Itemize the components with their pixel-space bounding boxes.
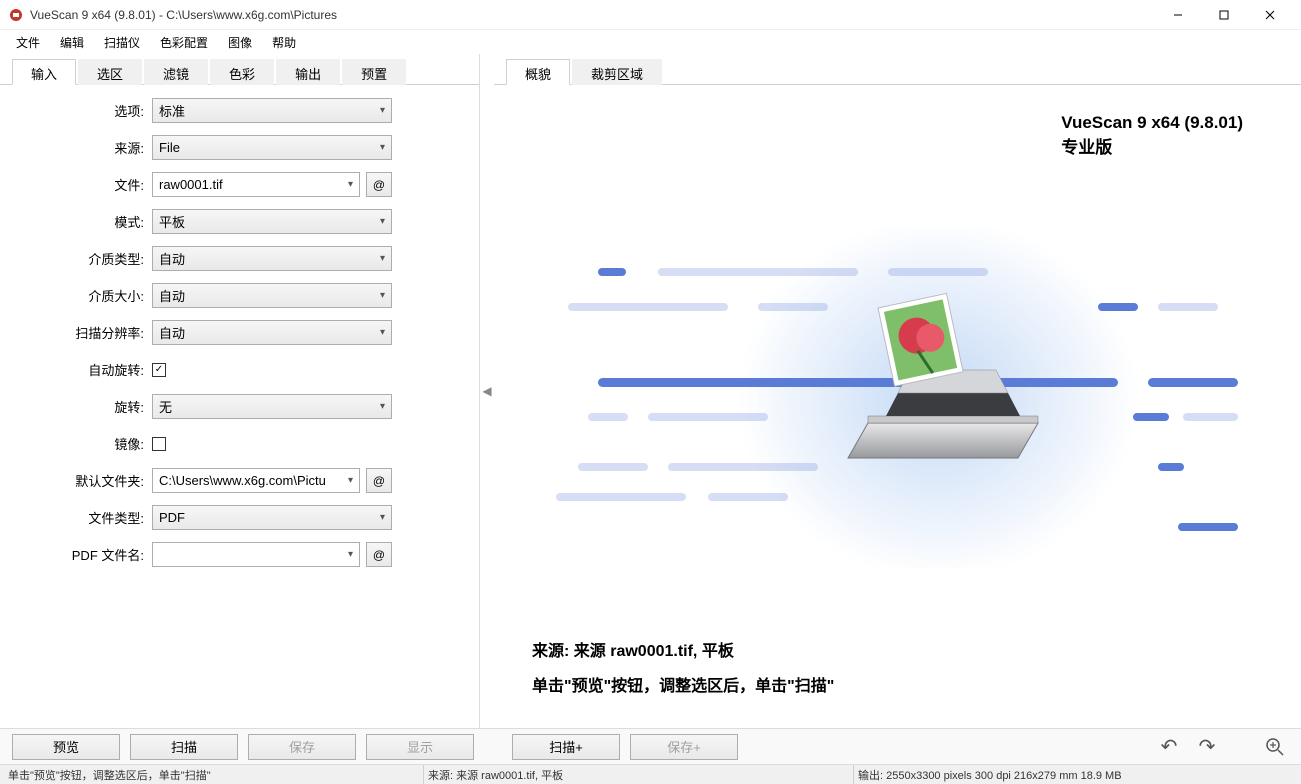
show-button[interactable]: 显示	[366, 734, 474, 760]
status-mid: 来源: 来源 raw0001.tif, 平板	[424, 765, 854, 784]
file-browse-button[interactable]: @	[366, 172, 392, 197]
rotate-select[interactable]: 无▾	[152, 394, 392, 419]
file-label: 文件:	[12, 175, 152, 194]
chevron-down-icon: ▾	[380, 290, 385, 301]
chevron-down-icon: ▾	[380, 216, 385, 227]
chevron-down-icon: ▾	[380, 105, 385, 116]
brand-block: VueScan 9 x64 (9.8.01) 专业版	[1061, 113, 1243, 158]
chevron-down-icon: ▾	[380, 401, 385, 412]
mirror-label: 镜像:	[12, 434, 152, 453]
menu-help[interactable]: 帮助	[262, 31, 306, 54]
resolution-select[interactable]: 自动▾	[152, 320, 392, 345]
status-right: 输出: 2550x3300 pixels 300 dpi 216x279 mm …	[854, 765, 1297, 784]
tab-output[interactable]: 输出	[276, 59, 340, 85]
edition-line: 专业版	[1061, 133, 1243, 158]
default-folder-input[interactable]: C:\Users\www.x6g.com\Pictu▾	[152, 468, 360, 493]
chevron-down-icon: ▾	[380, 142, 385, 153]
tab-color[interactable]: 色彩	[210, 59, 274, 85]
form-area: 选项: 标准▾ 来源: File▾ 文件: raw0001.tif▾ @ 模式:	[0, 85, 479, 728]
option-label: 选项:	[12, 101, 152, 120]
chevron-down-icon: ▾	[380, 253, 385, 264]
rotate-label: 旋转:	[12, 397, 152, 416]
left-panel: 输入 选区 滤镜 色彩 输出 预置 选项: 标准▾ 来源: File▾ 文件:	[0, 54, 480, 728]
pdf-filename-input[interactable]: ▾	[152, 542, 360, 567]
pdf-filename-label: PDF 文件名:	[12, 545, 152, 564]
maximize-button[interactable]	[1201, 0, 1247, 30]
scanner-illustration-icon	[538, 228, 1258, 568]
zoom-in-icon	[1265, 737, 1285, 757]
menu-scanner[interactable]: 扫描仪	[94, 31, 150, 54]
resolution-label: 扫描分辨率:	[12, 323, 152, 342]
pdf-filename-browse-button[interactable]: @	[366, 542, 392, 567]
media-size-select[interactable]: 自动▾	[152, 283, 392, 308]
save-button[interactable]: 保存	[248, 734, 356, 760]
status-left: 单击"预览"按钮，调整选区后，单击"扫描"	[4, 765, 424, 784]
file-input[interactable]: raw0001.tif▾	[152, 172, 360, 197]
auto-rotate-label: 自动旋转:	[12, 360, 152, 379]
window-title: VueScan 9 x64 (9.8.01) - C:\Users\www.x6…	[30, 8, 1155, 22]
brand-line: VueScan 9 x64 (9.8.01)	[1061, 113, 1243, 133]
close-button[interactable]	[1247, 0, 1293, 30]
source-label: 来源:	[12, 138, 152, 157]
media-type-select[interactable]: 自动▾	[152, 246, 392, 271]
tab-selection[interactable]: 选区	[78, 59, 142, 85]
redo-button[interactable]: ↷	[1193, 733, 1221, 761]
button-bar: 预览 扫描 保存 显示 扫描+ 保存+ ↶ ↷	[0, 728, 1301, 764]
zoom-button[interactable]	[1261, 733, 1289, 761]
preview-button[interactable]: 预览	[12, 734, 120, 760]
save-plus-button[interactable]: 保存+	[630, 734, 738, 760]
chevron-down-icon: ▾	[348, 475, 353, 486]
menu-file[interactable]: 文件	[6, 31, 50, 54]
file-type-select[interactable]: PDF▾	[152, 505, 392, 530]
tab-filter[interactable]: 滤镜	[144, 59, 208, 85]
scan-button[interactable]: 扫描	[130, 734, 238, 760]
media-size-label: 介质大小:	[12, 286, 152, 305]
folder-browse-button[interactable]: @	[366, 468, 392, 493]
undo-icon: ↶	[1161, 734, 1178, 759]
hint-line-1: 来源: 来源 raw0001.tif, 平板	[532, 639, 1283, 665]
hint-line-2: 单击"预览"按钮，调整选区后，单击"扫描"	[532, 674, 1283, 700]
mirror-checkbox[interactable]	[152, 437, 166, 451]
menu-bar: 文件 编辑 扫描仪 色彩配置 图像 帮助	[0, 30, 1301, 54]
right-panel: 概貌 裁剪区域 VueScan 9 x64 (9.8.01) 专业版	[494, 54, 1301, 728]
option-select[interactable]: 标准▾	[152, 98, 392, 123]
tab-overview[interactable]: 概貌	[506, 59, 570, 85]
mode-label: 模式:	[12, 212, 152, 231]
chevron-down-icon: ▾	[380, 327, 385, 338]
file-type-label: 文件类型:	[12, 508, 152, 527]
chevron-down-icon: ▾	[348, 549, 353, 560]
panel-splitter[interactable]: ◀	[480, 54, 494, 728]
left-tabs: 输入 选区 滤镜 色彩 输出 预置	[0, 54, 479, 85]
menu-color-profile[interactable]: 色彩配置	[150, 31, 218, 54]
source-select[interactable]: File▾	[152, 135, 392, 160]
content-area: 输入 选区 滤镜 色彩 输出 预置 选项: 标准▾ 来源: File▾ 文件:	[0, 54, 1301, 728]
chevron-down-icon: ▾	[380, 512, 385, 523]
chevron-down-icon: ▾	[348, 179, 353, 190]
right-tabs: 概貌 裁剪区域	[494, 54, 1301, 85]
tab-preset[interactable]: 预置	[342, 59, 406, 85]
default-folder-label: 默认文件夹:	[12, 471, 152, 490]
auto-rotate-checkbox[interactable]: ✓	[152, 363, 166, 377]
mode-select[interactable]: 平板▾	[152, 209, 392, 234]
title-bar: VueScan 9 x64 (9.8.01) - C:\Users\www.x6…	[0, 0, 1301, 30]
scan-plus-button[interactable]: 扫描+	[512, 734, 620, 760]
redo-icon: ↷	[1199, 734, 1216, 759]
chevron-left-icon: ◀	[482, 384, 491, 398]
minimize-button[interactable]	[1155, 0, 1201, 30]
preview-illustration	[512, 178, 1283, 619]
media-type-label: 介质类型:	[12, 249, 152, 268]
menu-edit[interactable]: 编辑	[50, 31, 94, 54]
status-bar: 单击"预览"按钮，调整选区后，单击"扫描" 来源: 来源 raw0001.tif…	[0, 764, 1301, 784]
preview-area: VueScan 9 x64 (9.8.01) 专业版	[494, 85, 1301, 728]
tab-input[interactable]: 输入	[12, 59, 76, 85]
app-icon	[8, 7, 24, 23]
tab-crop[interactable]: 裁剪区域	[572, 59, 662, 85]
menu-image[interactable]: 图像	[218, 31, 262, 54]
undo-button[interactable]: ↶	[1155, 733, 1183, 761]
